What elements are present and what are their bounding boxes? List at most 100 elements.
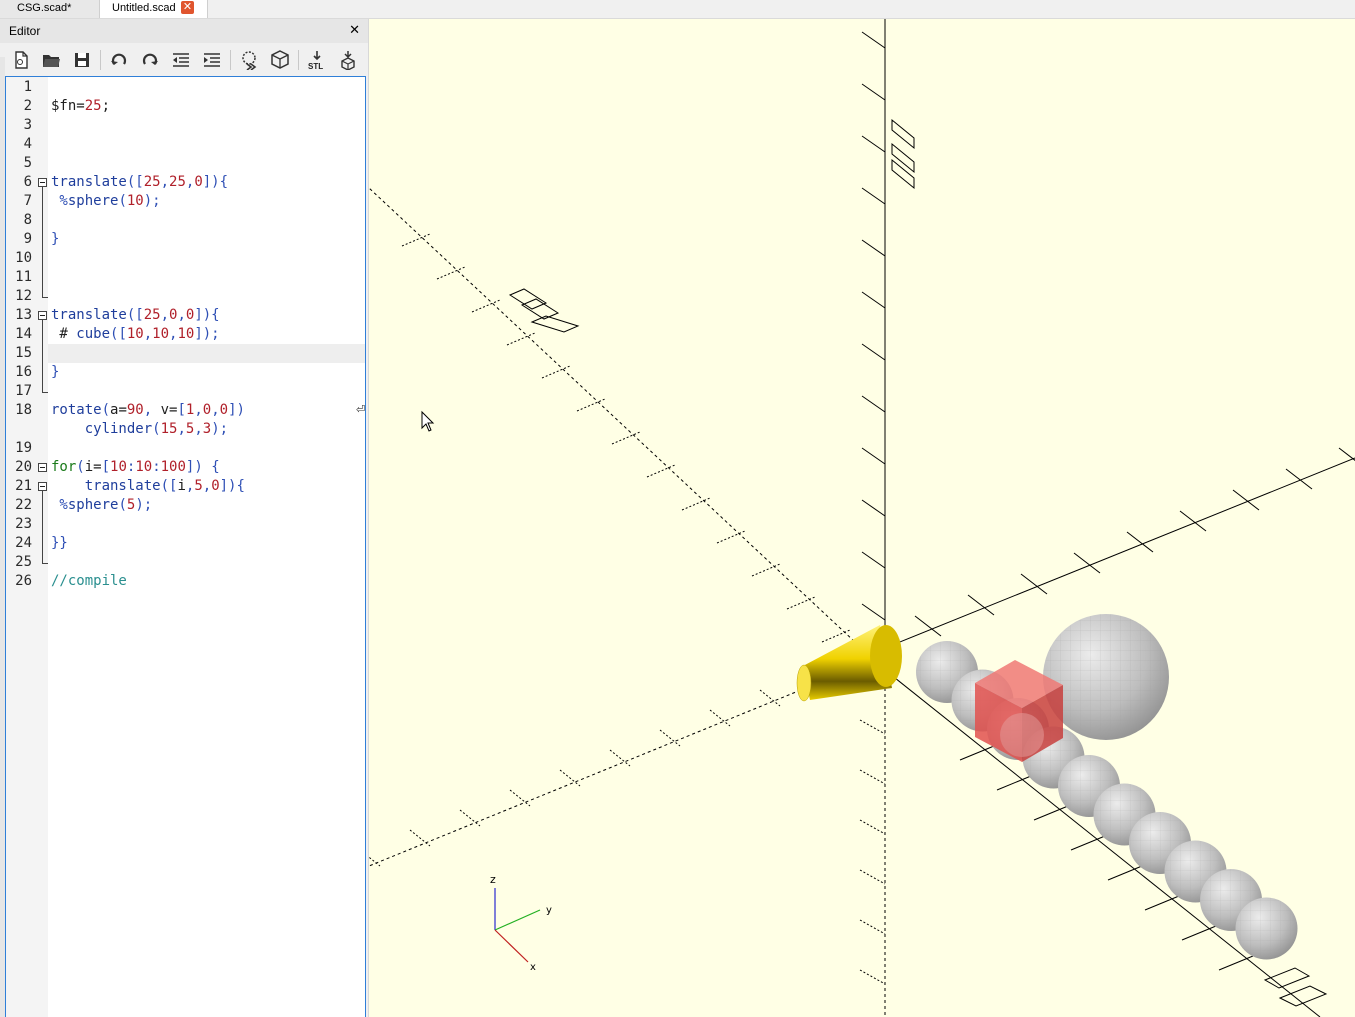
preview-icon bbox=[242, 51, 257, 70]
code-token: 10 bbox=[126, 193, 144, 209]
axis-tick bbox=[786, 596, 816, 610]
axis-tick bbox=[751, 563, 781, 577]
indent-icon bbox=[204, 53, 220, 67]
axis-tick bbox=[861, 447, 886, 465]
fold-toggle-icon[interactable] bbox=[38, 178, 47, 187]
code-token: ]){ bbox=[202, 174, 229, 190]
axis-tick bbox=[509, 789, 531, 807]
line-number: 3 bbox=[23, 117, 32, 133]
render-button[interactable] bbox=[267, 47, 293, 73]
redo-button[interactable] bbox=[137, 47, 163, 73]
code-token: a= bbox=[110, 402, 127, 418]
tab-label: CSG.scad* bbox=[17, 2, 72, 14]
axis-tick bbox=[506, 332, 536, 346]
axis-tick bbox=[859, 719, 886, 735]
tab-csg-scad[interactable]: CSG.scad* bbox=[0, 0, 100, 18]
export-stl-button[interactable]: STL bbox=[304, 47, 330, 73]
line-number: 23 bbox=[15, 516, 32, 532]
open-file-button[interactable] bbox=[38, 47, 64, 73]
tab-untitled-scad[interactable]: Untitled.scad ✕ bbox=[100, 0, 208, 18]
code-token: //compile bbox=[51, 573, 127, 589]
code-token: for bbox=[51, 459, 77, 475]
background-spheres bbox=[916, 614, 1298, 960]
axis-tick bbox=[861, 343, 886, 361]
code-token: 0 bbox=[194, 174, 203, 190]
code-token: ([ bbox=[126, 174, 144, 190]
axis-tick bbox=[1181, 925, 1217, 941]
line-number: 25 bbox=[15, 554, 32, 570]
code-token: 10 bbox=[126, 326, 144, 342]
toolbar-separator bbox=[298, 50, 299, 70]
axis-tick bbox=[1033, 805, 1069, 821]
3d-viewport[interactable]: z y x bbox=[369, 19, 1355, 1017]
line-number: 2 bbox=[23, 98, 32, 114]
code-token: ( bbox=[118, 497, 127, 513]
undo-button[interactable] bbox=[106, 47, 132, 73]
gizmo-x-label: x bbox=[530, 962, 536, 973]
code-line: # cube([10,10,10]); bbox=[51, 325, 219, 344]
line-number: 14 bbox=[15, 326, 32, 342]
axis-tick bbox=[611, 431, 641, 445]
code-token: v= bbox=[160, 402, 178, 418]
fold-toggle-icon[interactable] bbox=[38, 463, 47, 472]
code-token: sphere bbox=[67, 193, 119, 209]
line-number: 15 bbox=[15, 345, 32, 361]
render-icon bbox=[271, 50, 289, 69]
svg-text:STL: STL bbox=[308, 62, 323, 70]
code-line: }} bbox=[51, 534, 68, 553]
line-number: 20 bbox=[15, 459, 32, 475]
preview-button[interactable] bbox=[236, 47, 262, 73]
unindent-button[interactable] bbox=[168, 47, 194, 73]
axis-tick bbox=[859, 919, 886, 935]
axis-tick bbox=[1144, 895, 1180, 911]
fold-toggle-icon[interactable] bbox=[38, 311, 47, 320]
close-tab-icon[interactable]: ✕ bbox=[181, 1, 194, 14]
axis-tick bbox=[1107, 865, 1143, 881]
code-line: for(i=[10:10:100]) { bbox=[51, 458, 220, 477]
code-token: }} bbox=[51, 535, 68, 551]
tab-label: Untitled.scad bbox=[112, 2, 176, 14]
axis-ticks bbox=[369, 31, 1355, 985]
code-line: //compile bbox=[51, 572, 127, 591]
fold-guide-end bbox=[42, 563, 48, 564]
window-left-edge bbox=[0, 57, 5, 1017]
code-line: } bbox=[51, 363, 59, 382]
word-wrap-icon: ⏎ bbox=[356, 403, 366, 416]
code-token: ]) { bbox=[185, 459, 220, 475]
axis-tick bbox=[861, 395, 886, 413]
fold-toggle-icon[interactable] bbox=[38, 482, 47, 491]
3d-scene[interactable]: z y x bbox=[369, 19, 1355, 1017]
axis-tick bbox=[409, 829, 431, 847]
axis-tick bbox=[859, 819, 886, 835]
line-number: 6 bbox=[23, 174, 32, 190]
code-token: ]){ bbox=[194, 307, 220, 323]
code-token: i bbox=[177, 478, 186, 494]
axis-tick bbox=[861, 239, 886, 257]
line-number: 11 bbox=[15, 269, 32, 285]
save-button[interactable] bbox=[69, 47, 95, 73]
close-editor-icon[interactable]: ✕ bbox=[349, 19, 360, 43]
code-token: 25 bbox=[84, 98, 102, 114]
small-sphere-mesh bbox=[1235, 897, 1298, 960]
code-token: ; bbox=[101, 98, 111, 114]
code-token: % bbox=[51, 193, 68, 209]
axis-tick bbox=[859, 969, 886, 985]
code-token: 10 bbox=[152, 326, 170, 342]
axis-tick bbox=[471, 299, 501, 313]
axis-tick bbox=[759, 689, 781, 707]
code-token: cylinder bbox=[84, 421, 153, 437]
indent-button[interactable] bbox=[199, 47, 225, 73]
line-number: 22 bbox=[15, 497, 32, 513]
send-to-print-button[interactable] bbox=[335, 47, 361, 73]
line-number: 5 bbox=[23, 155, 32, 171]
code-editor[interactable]: 1 2 $fn=25; 3 4 5 6 translate([25,25,0]){7 %sph… bbox=[5, 76, 366, 1017]
axis-tick bbox=[861, 135, 886, 153]
axis-tick bbox=[1070, 835, 1106, 851]
new-file-button[interactable] bbox=[8, 47, 34, 73]
line-number: 17 bbox=[15, 383, 32, 399]
open-file-icon bbox=[43, 55, 60, 67]
x-axis-negative bbox=[369, 187, 886, 671]
line-number: 24 bbox=[15, 535, 32, 551]
redo-icon bbox=[142, 53, 158, 65]
